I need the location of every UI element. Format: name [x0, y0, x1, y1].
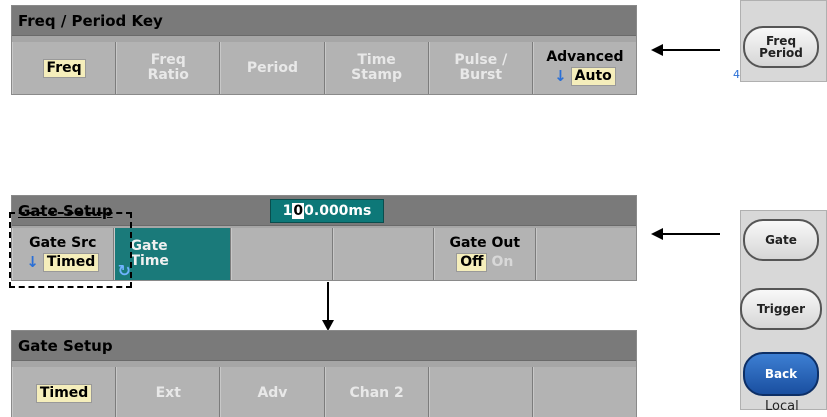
- softkey-value: Auto: [570, 67, 616, 86]
- softkey-period[interactable]: Period: [220, 42, 325, 94]
- button-label: Period: [759, 46, 803, 60]
- softkey-label: Adv: [257, 384, 288, 401]
- softkey-freq[interactable]: Freq: [12, 42, 117, 94]
- softkey-label: Chan 2: [349, 384, 404, 401]
- gate-setup-submenu-panel: Gate Setup Timed Ext Adv Chan 2: [11, 330, 637, 417]
- trigger-hardware-button[interactable]: Trigger: [740, 288, 822, 330]
- back-hardware-button[interactable]: Back: [743, 352, 819, 396]
- softkey-pulse-burst[interactable]: Pulse / Burst: [428, 42, 533, 94]
- softkey-ext[interactable]: Ext: [116, 367, 221, 417]
- softkey-label: Burst: [459, 67, 503, 83]
- gate-time-value: 100.000ms: [282, 203, 372, 219]
- dashed-highlight-box: [9, 212, 132, 288]
- softkey-label: Gate: [130, 238, 168, 254]
- softkey-label: Ext: [155, 384, 181, 401]
- softkey-label: Time: [357, 52, 396, 68]
- button-label: Trigger: [756, 302, 806, 316]
- pointer-line: [660, 49, 720, 51]
- softkey-label: Advanced: [546, 49, 624, 65]
- softkey-timed[interactable]: Timed: [12, 367, 117, 417]
- softkey-gate-out[interactable]: Gate Out Off On: [434, 228, 536, 280]
- option-on: On: [491, 254, 514, 270]
- option-off: Off: [456, 253, 488, 272]
- softkey-label: Timed: [35, 383, 93, 403]
- softkey-label: Pulse /: [454, 52, 508, 68]
- softkey-label: Freq: [42, 58, 86, 78]
- channel-number: 4: [733, 68, 740, 81]
- button-label: Gate: [765, 233, 797, 247]
- softkey-advanced[interactable]: Advanced ↓ Auto: [532, 42, 637, 94]
- button-label: Back: [764, 367, 798, 381]
- softkey-label: Stamp: [351, 67, 403, 83]
- softkey-row: Timed Ext Adv Chan 2: [12, 367, 637, 417]
- softkey-time-stamp[interactable]: Time Stamp: [324, 42, 429, 94]
- freq-period-hardware-button[interactable]: Freq Period: [743, 26, 819, 68]
- softkey-row: Freq Freq Ratio Period Time Stamp Pulse …: [12, 42, 637, 94]
- softkey-blank[interactable]: [535, 228, 636, 280]
- softkey-blank[interactable]: [428, 367, 533, 417]
- softkey-adv[interactable]: Adv: [220, 367, 325, 417]
- softkey-label: Time: [130, 253, 169, 269]
- softkey-chan-2[interactable]: Chan 2: [324, 367, 429, 417]
- softkey-blank[interactable]: [332, 228, 434, 280]
- softkey-blank[interactable]: [231, 228, 333, 280]
- gate-time-value-display: 100.000ms: [270, 199, 384, 223]
- gate-hardware-button[interactable]: Gate: [743, 219, 819, 261]
- local-label: Local: [765, 399, 799, 414]
- softkey-label: Ratio: [147, 67, 189, 83]
- softkey-blank[interactable]: [532, 367, 637, 417]
- softkey-freq-ratio[interactable]: Freq Ratio: [116, 42, 221, 94]
- down-arrow-icon: ↓: [554, 67, 567, 85]
- freq-period-panel: Freq / Period Key Freq Freq Ratio Period…: [11, 5, 637, 95]
- pointer-line: [660, 233, 720, 235]
- softkey-value-row: Off On: [456, 253, 513, 272]
- softkey-label: Gate Out: [449, 235, 521, 251]
- panel-title: Freq / Period Key: [12, 6, 636, 36]
- softkey-label: Period: [246, 59, 298, 76]
- panel-title: Gate Setup: [12, 331, 636, 361]
- pointer-line: [327, 282, 329, 322]
- softkey-label: Freq: [150, 52, 186, 68]
- softkey-value-row: ↓ Auto: [554, 67, 616, 86]
